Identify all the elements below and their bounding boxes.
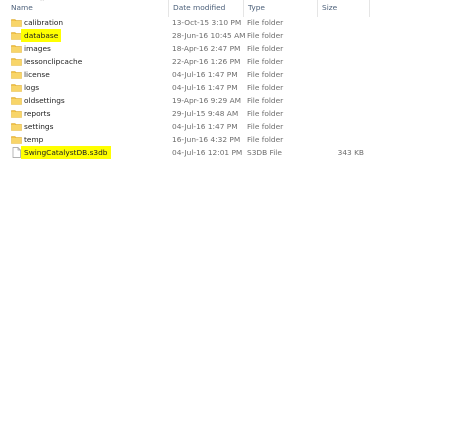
column-header-size[interactable]: Size: [322, 0, 337, 16]
file-type: File folder: [247, 57, 284, 66]
file-type: File folder: [247, 70, 284, 79]
file-date-modified: 04-Jul-16 12:01 PM: [172, 148, 243, 157]
column-divider[interactable]: [369, 0, 370, 17]
file-size: [320, 68, 364, 81]
file-size: [320, 107, 364, 120]
folder-icon: [11, 135, 22, 144]
file-row[interactable]: calibration 13-Oct-15 3:10 PM File folder: [0, 16, 370, 29]
file-row[interactable]: images 18-Apr-16 2:47 PM File folder: [0, 42, 370, 55]
file-row[interactable]: temp 16-Jun-16 4:32 PM File folder: [0, 133, 370, 146]
column-divider[interactable]: [317, 0, 318, 17]
column-header-type[interactable]: Type: [248, 0, 265, 16]
file-date-modified: 18-Apr-16 2:47 PM: [172, 44, 241, 53]
file-type: File folder: [247, 44, 284, 53]
column-header-name[interactable]: Name: [11, 0, 33, 16]
column-header-date-modified[interactable]: Date modified: [173, 0, 225, 16]
file-date-modified: 29-Jul-15 9:48 AM: [172, 109, 239, 118]
file-date-modified: 28-Jun-16 10:45 AM: [172, 31, 246, 40]
file-type: File folder: [247, 122, 284, 131]
file-row[interactable]: SwingCatalystDB.s3db 04-Jul-16 12:01 PM S3…: [0, 146, 370, 159]
folder-icon: [11, 70, 22, 79]
file-name: database: [21, 29, 62, 42]
file-size: [320, 120, 364, 133]
file-date-modified: 22-Apr-16 1:26 PM: [172, 57, 241, 66]
file-name: images: [24, 44, 51, 53]
file-name: calibration: [24, 18, 64, 27]
file-name: SwingCatalystDB.s3db: [21, 146, 111, 159]
folder-icon: [11, 109, 22, 118]
file-type: File folder: [247, 135, 284, 144]
file-size: [320, 55, 364, 68]
file-name: lessonclipcache: [24, 57, 83, 66]
file-type: File folder: [247, 96, 284, 105]
file-date-modified: 16-Jun-16 4:32 PM: [172, 135, 241, 144]
sort-ascending-icon: ^: [40, 0, 45, 5]
file-row[interactable]: lessonclipcache 22-Apr-16 1:26 PM File fol…: [0, 55, 370, 68]
file-name: license: [24, 70, 50, 79]
file-row[interactable]: logs 04-Jul-16 1:47 PM File folder: [0, 81, 370, 94]
file-size: [320, 81, 364, 94]
column-divider[interactable]: [243, 0, 244, 17]
file-size: [320, 94, 364, 107]
file-row[interactable]: reports 29-Jul-15 9:48 AM File folder: [0, 107, 370, 120]
file-size: [320, 42, 364, 55]
file-row[interactable]: settings 04-Jul-16 1:47 PM File folder: [0, 120, 370, 133]
folder-icon: [11, 122, 22, 131]
file-size: 343 KB: [337, 148, 364, 157]
folder-icon: [11, 83, 22, 92]
column-divider[interactable]: [168, 0, 169, 17]
file-date-modified: 19-Apr-16 9:29 AM: [172, 96, 242, 105]
file-date-modified: 04-Jul-16 1:47 PM: [172, 70, 238, 79]
file-row[interactable]: database 28-Jun-16 10:45 AM File folder: [0, 29, 370, 42]
file-type: File folder: [247, 109, 284, 118]
file-size: [320, 29, 364, 42]
folder-icon: [11, 96, 22, 105]
folder-icon: [11, 57, 22, 66]
file-size: [320, 133, 364, 146]
file-size: [320, 16, 364, 29]
file-type: S3DB File: [247, 148, 282, 157]
file-name: logs: [24, 83, 40, 92]
file-name: reports: [24, 109, 51, 118]
file-date-modified: 13-Oct-15 3:10 PM: [172, 18, 242, 27]
file-type: File folder: [247, 31, 284, 40]
folder-icon: [11, 44, 22, 53]
folder-icon: [11, 18, 22, 27]
file-date-modified: 04-Jul-16 1:47 PM: [172, 83, 238, 92]
file-name: temp: [24, 135, 44, 144]
file-row[interactable]: oldsettings 19-Apr-16 9:29 AM File folder: [0, 94, 370, 107]
file-date-modified: 04-Jul-16 1:47 PM: [172, 122, 238, 131]
file-name: oldsettings: [24, 96, 65, 105]
file-name: settings: [24, 122, 54, 131]
file-type: File folder: [247, 18, 284, 27]
file-type: File folder: [247, 83, 284, 92]
file-row[interactable]: license 04-Jul-16 1:47 PM File folder: [0, 68, 370, 81]
column-header-row: ^ Name Date modified Type Size: [0, 0, 370, 17]
